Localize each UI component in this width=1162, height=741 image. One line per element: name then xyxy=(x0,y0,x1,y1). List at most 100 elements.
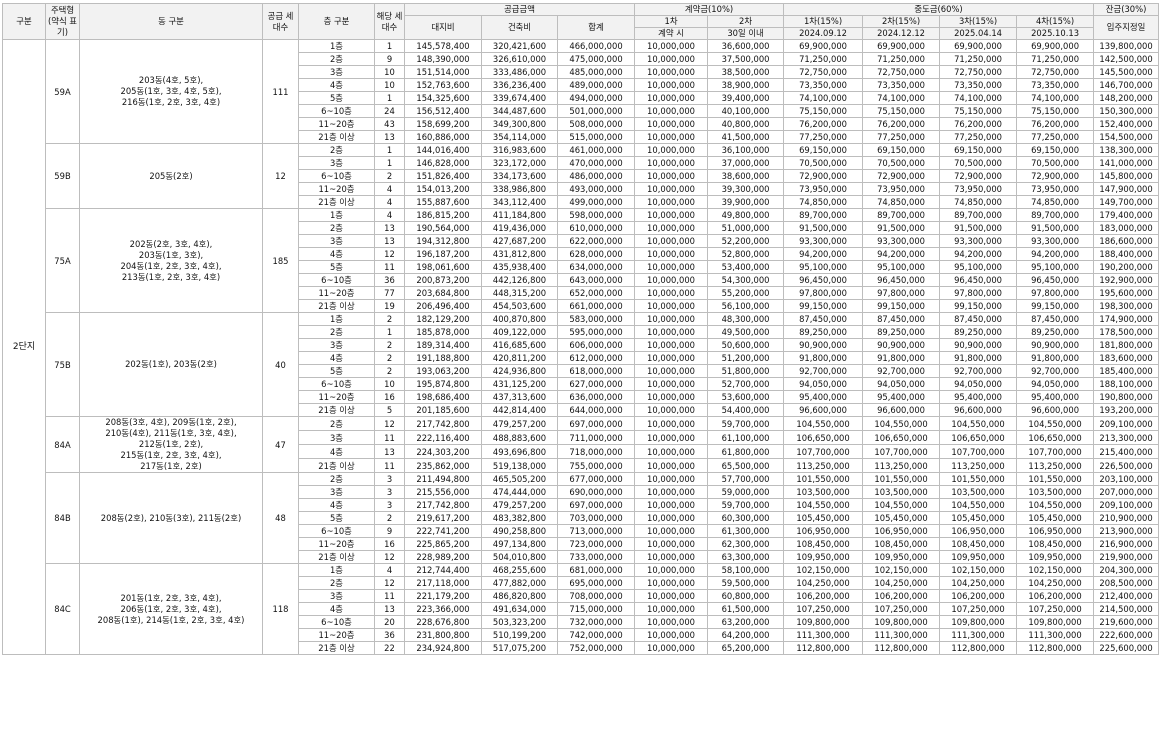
table-cell: 4 xyxy=(374,195,405,209)
table-body: 2단지 59A 203동(4호, 5호), 205동(1호, 3호, 4호, 5호)… xyxy=(2,39,1160,655)
table-cell: 400,870,800 xyxy=(481,312,558,326)
header-total: 합계 xyxy=(556,15,636,40)
table-cell: 493,696,800 xyxy=(481,444,558,459)
table-cell: 10,000,000 xyxy=(634,416,709,431)
table-cell: 37,000,000 xyxy=(707,156,785,170)
table-cell: 93,300,000 xyxy=(1016,234,1095,248)
table-cell: 10,000,000 xyxy=(634,390,709,404)
table-cell: 11 xyxy=(374,458,405,473)
table-cell: 36 xyxy=(374,628,405,642)
table-cell: 189,314,400 xyxy=(404,338,482,352)
table-cell: 10,000,000 xyxy=(634,195,709,209)
table-cell: 89,250,000 xyxy=(939,325,1018,339)
table-cell: 150,300,000 xyxy=(1093,104,1160,118)
table-cell: 73,350,000 xyxy=(939,78,1018,92)
header-supply-price: 공급금액 xyxy=(403,3,636,16)
dong-cell: 202동(1호), 203동(2호) xyxy=(79,312,263,417)
table-cell: 10,000,000 xyxy=(634,524,709,538)
table-cell: 217,118,000 xyxy=(404,576,482,590)
table-cell: 106,950,000 xyxy=(862,524,941,538)
table-cell: 225,865,200 xyxy=(404,537,482,551)
table-cell: 158,699,200 xyxy=(404,117,482,131)
table-cell: 39,400,000 xyxy=(707,91,785,105)
table-cell: 94,050,000 xyxy=(1016,377,1095,391)
table-cell: 2층 xyxy=(298,221,375,235)
table-cell: 217,742,800 xyxy=(404,416,482,431)
table-cell: 11~20층 xyxy=(298,390,375,404)
header-mid-1: 1차(15%) xyxy=(783,15,864,28)
header-balance: 잔금(30%) xyxy=(1093,3,1160,16)
table-cell: 6~10층 xyxy=(298,104,375,118)
table-cell: 94,200,000 xyxy=(939,247,1018,261)
table-cell: 10,000,000 xyxy=(634,444,709,459)
table-cell: 1층 xyxy=(298,208,375,222)
table-cell: 3 xyxy=(374,472,405,486)
table-cell: 11~20층 xyxy=(298,537,375,551)
table-cell: 10,000,000 xyxy=(634,338,709,352)
table-cell: 94,050,000 xyxy=(939,377,1018,391)
table-cell: 207,000,000 xyxy=(1093,485,1160,499)
table-cell: 71,250,000 xyxy=(939,52,1018,66)
table-cell: 209,100,000 xyxy=(1093,498,1160,512)
table-cell: 106,650,000 xyxy=(783,430,864,445)
table-cell: 111,300,000 xyxy=(1016,628,1095,642)
table-cell: 627,000,000 xyxy=(556,377,636,391)
table-cell: 49,500,000 xyxy=(707,325,785,339)
table-cell: 59,000,000 xyxy=(707,485,785,499)
table-cell: 4층 xyxy=(298,247,375,261)
table-cell: 677,000,000 xyxy=(556,472,636,486)
table-cell: 11 xyxy=(374,589,405,603)
table-cell: 103,500,000 xyxy=(939,485,1018,499)
table-cell: 96,450,000 xyxy=(1016,273,1095,287)
table-cell: 95,400,000 xyxy=(939,390,1018,404)
table-cell: 96,450,000 xyxy=(783,273,864,287)
table-cell: 2층 xyxy=(298,472,375,486)
supply-units-cell: 47 xyxy=(262,416,299,473)
table-cell: 222,600,000 xyxy=(1093,628,1160,642)
table-cell: 181,800,000 xyxy=(1093,338,1160,352)
table-cell: 6~10층 xyxy=(298,169,375,183)
table-cell: 6~10층 xyxy=(298,377,375,391)
table-cell: 106,650,000 xyxy=(862,430,941,445)
table-cell: 109,800,000 xyxy=(1016,615,1095,629)
table-cell: 204,300,000 xyxy=(1093,563,1160,577)
table-cell: 235,862,000 xyxy=(404,458,482,473)
table-cell: 102,150,000 xyxy=(862,563,941,577)
table-cell: 109,950,000 xyxy=(1016,550,1095,564)
table-cell: 755,000,000 xyxy=(556,458,636,473)
table-cell: 10,000,000 xyxy=(634,377,709,391)
table-cell: 102,150,000 xyxy=(939,563,1018,577)
table-cell: 95,400,000 xyxy=(783,390,864,404)
table-cell: 104,550,000 xyxy=(862,416,941,431)
table-cell: 2 xyxy=(374,364,405,378)
table-cell: 71,250,000 xyxy=(783,52,864,66)
table-cell: 186,815,200 xyxy=(404,208,482,222)
header-units: 해당 세대수 xyxy=(374,3,405,40)
table-cell: 73,950,000 xyxy=(783,182,864,196)
table-cell: 2층 xyxy=(298,52,375,66)
table-cell: 183,600,000 xyxy=(1093,351,1160,365)
table-cell: 10 xyxy=(374,65,405,79)
table-cell: 74,100,000 xyxy=(783,91,864,105)
table-cell: 107,250,000 xyxy=(1016,602,1095,616)
table-cell: 69,150,000 xyxy=(939,143,1018,157)
table-cell: 3층 xyxy=(298,485,375,499)
table-cell: 470,000,000 xyxy=(556,156,636,170)
table-cell: 2층 xyxy=(298,143,375,157)
table-cell: 4층 xyxy=(298,602,375,616)
table-cell: 461,000,000 xyxy=(556,143,636,157)
table-cell: 74,100,000 xyxy=(939,91,1018,105)
table-cell: 95,100,000 xyxy=(1016,260,1095,274)
table-cell: 1 xyxy=(374,325,405,339)
table-cell: 6~10층 xyxy=(298,615,375,629)
table-cell: 52,800,000 xyxy=(707,247,785,261)
table-cell: 48,300,000 xyxy=(707,312,785,326)
price-table: 구분 주택형 (약식 표기) 동 구분 공급 세대수 층 구분 해당 세대수 공… xyxy=(2,3,1160,655)
table-cell: 10,000,000 xyxy=(634,234,709,248)
table-cell: 111,300,000 xyxy=(939,628,1018,642)
supply-units-cell: 48 xyxy=(262,472,299,564)
table-cell: 10,000,000 xyxy=(634,91,709,105)
table-cell: 94,050,000 xyxy=(783,377,864,391)
table-cell: 103,500,000 xyxy=(1016,485,1095,499)
header-mid-4-date: 2025.10.13 xyxy=(1016,27,1095,40)
